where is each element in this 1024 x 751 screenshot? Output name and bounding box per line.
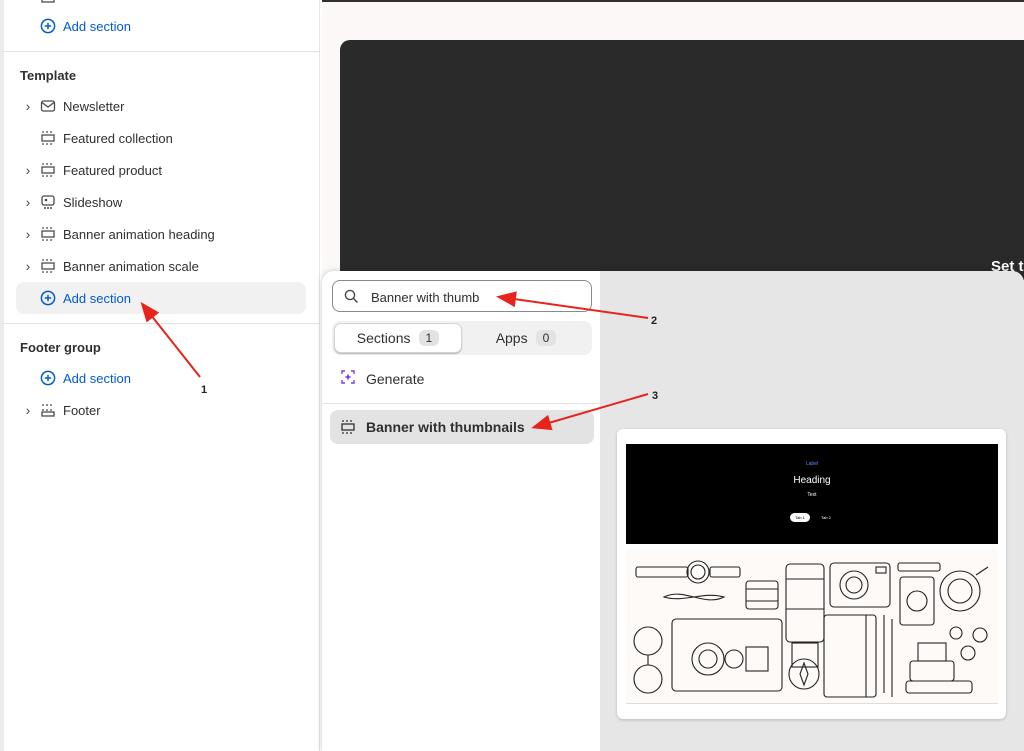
section-icon xyxy=(40,226,56,242)
sidebar-item-label: Slideshow xyxy=(63,194,123,210)
add-section-footer[interactable]: Add section xyxy=(16,362,306,394)
search-icon xyxy=(344,289,359,307)
footer-group-title: Footer group xyxy=(20,340,101,355)
template-group-title: Template xyxy=(20,68,77,83)
section-icon xyxy=(40,258,56,274)
section-search-box[interactable] xyxy=(332,280,592,312)
tab-label: Sections xyxy=(356,330,411,346)
section-icon xyxy=(40,162,56,178)
sidebar-item-label: Featured product xyxy=(63,162,163,178)
sidebar-item-label: Newsletter xyxy=(63,98,125,114)
add-section-label: Add section xyxy=(63,370,131,386)
chevron-right-icon[interactable]: › xyxy=(22,226,34,242)
tab-apps[interactable]: Apps 0 xyxy=(462,323,590,353)
sidebar-item-slideshow[interactable]: › Slideshow xyxy=(16,186,306,218)
envelope-icon xyxy=(40,98,56,114)
section-icon xyxy=(40,130,56,146)
slideshow-icon xyxy=(40,194,56,210)
section-tabs: Sections 1 Apps 0 xyxy=(332,321,592,355)
sidebar-item-label: Banner animation scale xyxy=(63,258,199,274)
tab-sections[interactable]: Sections 1 xyxy=(334,323,462,353)
chevron-right-icon[interactable]: › xyxy=(22,162,34,178)
plus-circle-icon xyxy=(40,18,56,34)
divider xyxy=(322,403,600,404)
add-section-popover: Sections 1 Apps 0 Generate Banner with t… xyxy=(322,271,1024,751)
add-section-label: Add section xyxy=(63,290,131,306)
tab-label: Apps xyxy=(495,330,528,346)
annotation-label-3: 3 xyxy=(652,390,659,402)
section-icon xyxy=(340,419,356,435)
section-preview-card: Label Heading Text Tab 1 Tab 2 xyxy=(617,429,1006,719)
add-section-label: Add section xyxy=(63,18,131,34)
generate-label: Generate xyxy=(366,370,425,387)
plus-circle-icon xyxy=(40,290,56,306)
chevron-right-icon[interactable]: › xyxy=(22,258,34,274)
sidebar-item-label: Featured collection xyxy=(63,130,173,146)
divider xyxy=(4,323,320,324)
chevron-right-icon[interactable]: › xyxy=(22,194,34,210)
sidebar: Add section Template › Newsletter Featur… xyxy=(0,0,320,751)
preview-heading: Heading xyxy=(793,475,831,486)
sidebar-item-label: Footer xyxy=(63,402,101,418)
sidebar-item-label: Banner animation heading xyxy=(63,226,215,242)
footer-icon xyxy=(40,402,56,418)
preview-illustration xyxy=(626,549,998,704)
divider xyxy=(4,51,320,52)
camera-gear-illustration xyxy=(633,560,989,698)
sidebar-edge xyxy=(0,0,4,751)
preview-tab-1: Tab 1 xyxy=(790,513,810,522)
count-badge: 0 xyxy=(535,330,557,346)
sparkle-icon xyxy=(340,369,356,388)
sidebar-item-newsletter[interactable]: › Newsletter xyxy=(16,90,306,122)
annotation-label-2: 2 xyxy=(651,315,658,327)
preview-banner: Label Heading Text Tab 1 Tab 2 xyxy=(626,444,998,544)
preview-text: Text xyxy=(807,492,817,498)
result-banner-with-thumbnails[interactable]: Banner with thumbnails xyxy=(330,410,594,444)
result-label: Banner with thumbnails xyxy=(366,419,525,435)
preview-hero-banner[interactable] xyxy=(340,40,1024,280)
preview-tab-2: Tab 2 xyxy=(821,515,831,520)
add-section-template[interactable]: Add section xyxy=(16,282,306,314)
annotation-label-1: 1 xyxy=(201,384,208,396)
chevron-right-icon[interactable]: › xyxy=(22,402,34,418)
add-section-top[interactable]: Add section xyxy=(16,10,306,42)
search-input[interactable] xyxy=(371,288,571,306)
count-badge: 1 xyxy=(418,330,440,346)
sidebar-item-featured-product[interactable]: › Featured product xyxy=(16,154,306,186)
sidebar-item-footer[interactable]: › Footer xyxy=(16,394,306,426)
plus-circle-icon xyxy=(40,370,56,386)
sidebar-item-banner-animation-heading[interactable]: › Banner animation heading xyxy=(16,218,306,250)
chevron-right-icon[interactable]: › xyxy=(22,98,34,114)
generate-button[interactable]: Generate xyxy=(340,369,424,388)
preview-label: Label xyxy=(805,461,819,467)
sidebar-item-featured-collection[interactable]: Featured collection xyxy=(16,122,306,154)
section-icon xyxy=(40,0,56,8)
sidebar-item-banner-animation-scale[interactable]: › Banner animation scale xyxy=(16,250,306,282)
